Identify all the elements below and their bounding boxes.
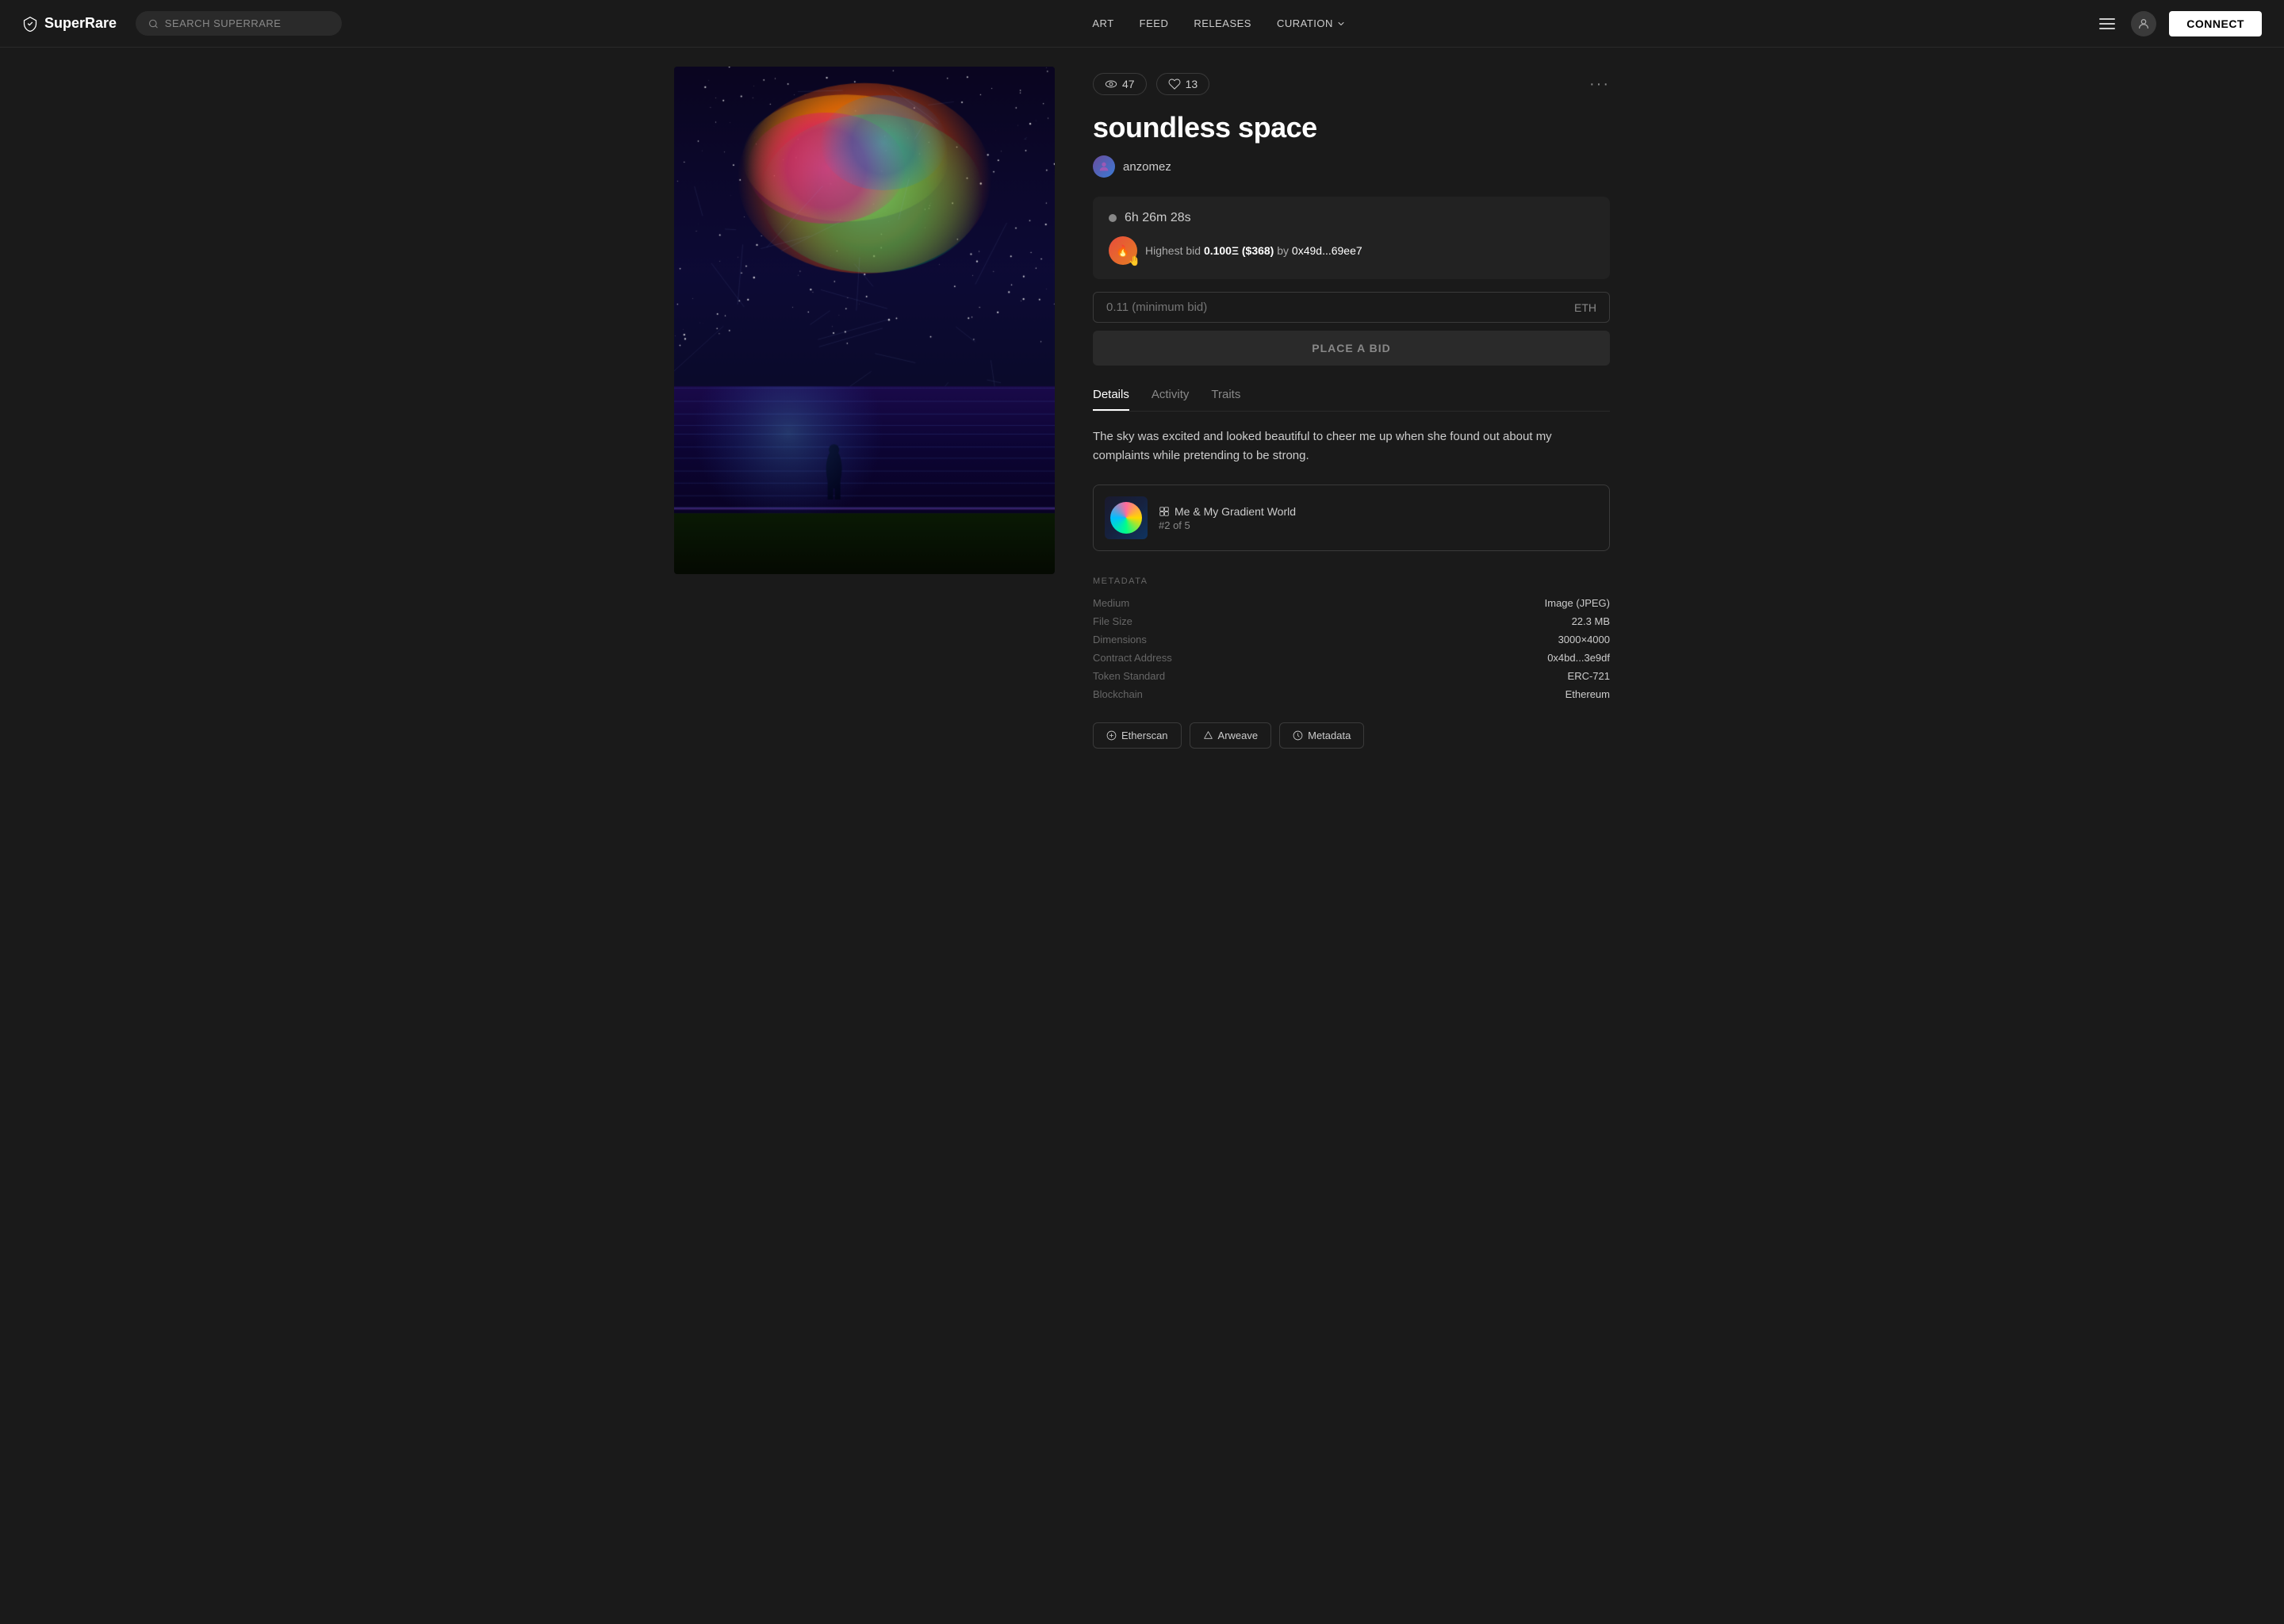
connect-button[interactable]: CONNECT bbox=[2169, 11, 2262, 36]
top-row: 47 13 ··· bbox=[1093, 73, 1610, 95]
header: SuperRare ART FEED RELEASES CURATION bbox=[0, 0, 2284, 48]
tab-activity[interactable]: Activity bbox=[1152, 388, 1190, 411]
artwork-image bbox=[674, 67, 1055, 574]
logo-icon bbox=[22, 16, 38, 32]
timer-dot bbox=[1109, 214, 1117, 222]
artist-avatar-icon bbox=[1098, 160, 1110, 173]
collection-icon bbox=[1159, 506, 1170, 517]
header-right: CONNECT bbox=[2096, 11, 2262, 36]
metadata-grid: Medium Image (JPEG) File Size 22.3 MB Di… bbox=[1093, 597, 1610, 700]
place-bid-button[interactable]: PLACE A BID bbox=[1093, 331, 1610, 366]
tab-traits[interactable]: Traits bbox=[1211, 388, 1240, 411]
nav-releases[interactable]: RELEASES bbox=[1194, 17, 1251, 29]
logo[interactable]: SuperRare bbox=[22, 15, 117, 32]
eye-icon bbox=[1105, 78, 1117, 90]
external-links: Etherscan Arweave Metadata bbox=[1093, 722, 1610, 749]
arweave-button[interactable]: Arweave bbox=[1190, 722, 1272, 749]
heart-icon bbox=[1168, 78, 1181, 90]
details-panel: 47 13 ··· soundless space anz bbox=[1055, 67, 1610, 749]
collection-number: #2 of 5 bbox=[1159, 519, 1598, 531]
contract-value: 0x4bd...3e9df bbox=[1351, 652, 1610, 664]
chevron-down-icon bbox=[1336, 19, 1346, 29]
token-label: Token Standard bbox=[1093, 670, 1351, 682]
more-options-button[interactable]: ··· bbox=[1589, 75, 1610, 94]
stats-row: 47 13 bbox=[1093, 73, 1209, 95]
nav-links: ART FEED RELEASES CURATION bbox=[1092, 17, 1346, 29]
bid-input-row[interactable]: ETH bbox=[1093, 292, 1610, 323]
filesize-label: File Size bbox=[1093, 615, 1351, 627]
views-badge: 47 bbox=[1093, 73, 1147, 95]
blockchain-label: Blockchain bbox=[1093, 688, 1351, 700]
header-left: SuperRare bbox=[22, 11, 342, 36]
artwork-canvas bbox=[674, 67, 1055, 574]
tab-details[interactable]: Details bbox=[1093, 388, 1129, 411]
bid-input[interactable] bbox=[1106, 301, 1574, 314]
tabs-row: Details Activity Traits bbox=[1093, 388, 1610, 412]
collection-icon-label: Me & My Gradient World bbox=[1159, 505, 1598, 518]
medium-label: Medium bbox=[1093, 597, 1351, 609]
collection-card[interactable]: Me & My Gradient World #2 of 5 bbox=[1093, 485, 1610, 551]
search-input[interactable] bbox=[165, 17, 329, 29]
artwork-title: soundless space bbox=[1093, 111, 1610, 144]
nav-art[interactable]: ART bbox=[1092, 17, 1113, 29]
collection-name: Me & My Gradient World bbox=[1175, 505, 1296, 518]
artist-name[interactable]: anzomez bbox=[1123, 160, 1171, 174]
metadata-section-header: METADATA bbox=[1093, 576, 1610, 586]
profile-button[interactable] bbox=[2131, 11, 2156, 36]
bidder-avatar: 🔥 🤚 bbox=[1109, 236, 1137, 265]
arweave-icon bbox=[1203, 730, 1213, 741]
etherscan-button[interactable]: Etherscan bbox=[1093, 722, 1182, 749]
likes-badge[interactable]: 13 bbox=[1156, 73, 1210, 95]
user-icon bbox=[2137, 17, 2150, 30]
etherscan-icon bbox=[1106, 730, 1117, 741]
dimensions-value: 3000×4000 bbox=[1351, 634, 1610, 645]
token-value: ERC-721 bbox=[1351, 670, 1610, 682]
filesize-value: 22.3 MB bbox=[1351, 615, 1610, 627]
search-bar[interactable] bbox=[136, 11, 342, 36]
eth-label: ETH bbox=[1574, 301, 1596, 314]
description-text: The sky was excited and looked beautiful… bbox=[1093, 427, 1610, 465]
timer-text: 6h 26m 28s bbox=[1125, 211, 1191, 225]
bid-text: Highest bid 0.100Ξ ($368) by 0x49d...69e… bbox=[1145, 244, 1362, 257]
contract-label: Contract Address bbox=[1093, 652, 1351, 664]
nav-curation[interactable]: CURATION bbox=[1277, 17, 1346, 29]
hamburger-button[interactable] bbox=[2096, 15, 2118, 33]
main-content: 47 13 ··· soundless space anz bbox=[627, 48, 1657, 768]
search-icon bbox=[148, 18, 159, 29]
metadata-icon bbox=[1293, 730, 1303, 741]
dimensions-label: Dimensions bbox=[1093, 634, 1351, 645]
auction-timer: 6h 26m 28s bbox=[1109, 211, 1594, 225]
nav-feed[interactable]: FEED bbox=[1140, 17, 1169, 29]
auction-box: 6h 26m 28s 🔥 🤚 Highest bid 0.100Ξ ($368)… bbox=[1093, 197, 1610, 279]
blockchain-value: Ethereum bbox=[1351, 688, 1610, 700]
avatar bbox=[1093, 155, 1115, 178]
medium-value: Image (JPEG) bbox=[1351, 597, 1610, 609]
collection-thumbnail bbox=[1105, 496, 1148, 539]
bid-row: 🔥 🤚 Highest bid 0.100Ξ ($368) by 0x49d..… bbox=[1109, 236, 1594, 265]
artwork-panel bbox=[674, 67, 1055, 749]
metadata-button[interactable]: Metadata bbox=[1279, 722, 1364, 749]
collection-info: Me & My Gradient World #2 of 5 bbox=[1159, 505, 1598, 531]
artist-row: anzomez bbox=[1093, 155, 1610, 178]
